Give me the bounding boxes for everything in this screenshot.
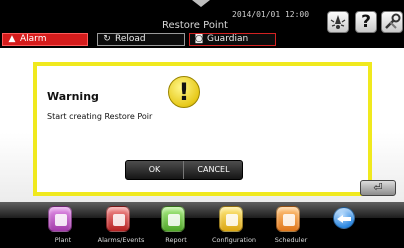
- plant-icon: [48, 206, 72, 232]
- nav-scheduler[interactable]: Scheduler: [260, 206, 322, 248]
- warning-icon: !: [168, 76, 200, 108]
- enter-button[interactable]: ⏎: [360, 180, 396, 196]
- nav-alarms-events-label: Alarms/Events: [97, 236, 145, 244]
- guardian-button[interactable]: ◙ Guardian: [189, 33, 276, 46]
- top-bar: Restore Point 2014/01/01 12:00 ▲ Alarm ↻ R…: [0, 0, 404, 48]
- guardian-icon: ◙: [194, 34, 204, 44]
- help-icon[interactable]: ?: [355, 11, 377, 33]
- alarm-label: Alarm: [20, 34, 47, 44]
- back-arrow-icon: [333, 207, 355, 229]
- cancel-button[interactable]: CANCEL: [185, 161, 242, 179]
- alarms-events-icon: [106, 206, 130, 232]
- warning-dialog: Warning Start creating Restore Poir ! OK…: [33, 62, 372, 196]
- guardian-label: Guardian: [207, 34, 249, 44]
- dialog-button-group: OK CANCEL: [125, 160, 243, 180]
- nav-back[interactable]: [315, 206, 377, 248]
- reload-label: Reload: [115, 34, 146, 44]
- main-content: Warning Start creating Restore Poir ! OK…: [0, 48, 404, 202]
- scheduler-icon: [276, 206, 300, 232]
- top-arrow-indicator: [192, 0, 210, 7]
- reload-button[interactable]: ↻ Reload: [97, 33, 185, 46]
- dialog-message: Start creating Restore Poir: [47, 112, 153, 121]
- bell-icon: ▲: [8, 34, 16, 44]
- reload-icon: ↻: [103, 34, 111, 44]
- notification-icon[interactable]: [327, 11, 349, 33]
- dialog-title: Warning: [47, 90, 99, 103]
- nav-scheduler-label: Scheduler: [274, 236, 308, 244]
- datetime-display: 2014/01/01 12:00: [232, 10, 310, 19]
- nav-configuration[interactable]: Configuration: [203, 206, 265, 248]
- nav-plant[interactable]: Plant: [32, 206, 94, 248]
- nav-report[interactable]: Report: [145, 206, 207, 248]
- nav-alarms-events[interactable]: Alarms/Events: [90, 206, 152, 248]
- bottom-navigation: Plant Alarms/Events Report Configuration…: [0, 202, 404, 248]
- alarm-button[interactable]: ▲ Alarm: [2, 33, 88, 46]
- report-icon: [161, 206, 185, 232]
- nav-configuration-label: Configuration: [211, 236, 257, 244]
- nav-plant-label: Plant: [54, 236, 72, 244]
- nav-report-label: Report: [165, 236, 187, 244]
- hmi-screen: Restore Point 2014/01/01 12:00 ▲ Alarm ↻ R…: [0, 0, 404, 248]
- tools-icon[interactable]: [381, 11, 403, 33]
- ok-button[interactable]: OK: [126, 161, 184, 179]
- configuration-icon: [219, 206, 243, 232]
- page-title: Restore Point: [162, 20, 228, 31]
